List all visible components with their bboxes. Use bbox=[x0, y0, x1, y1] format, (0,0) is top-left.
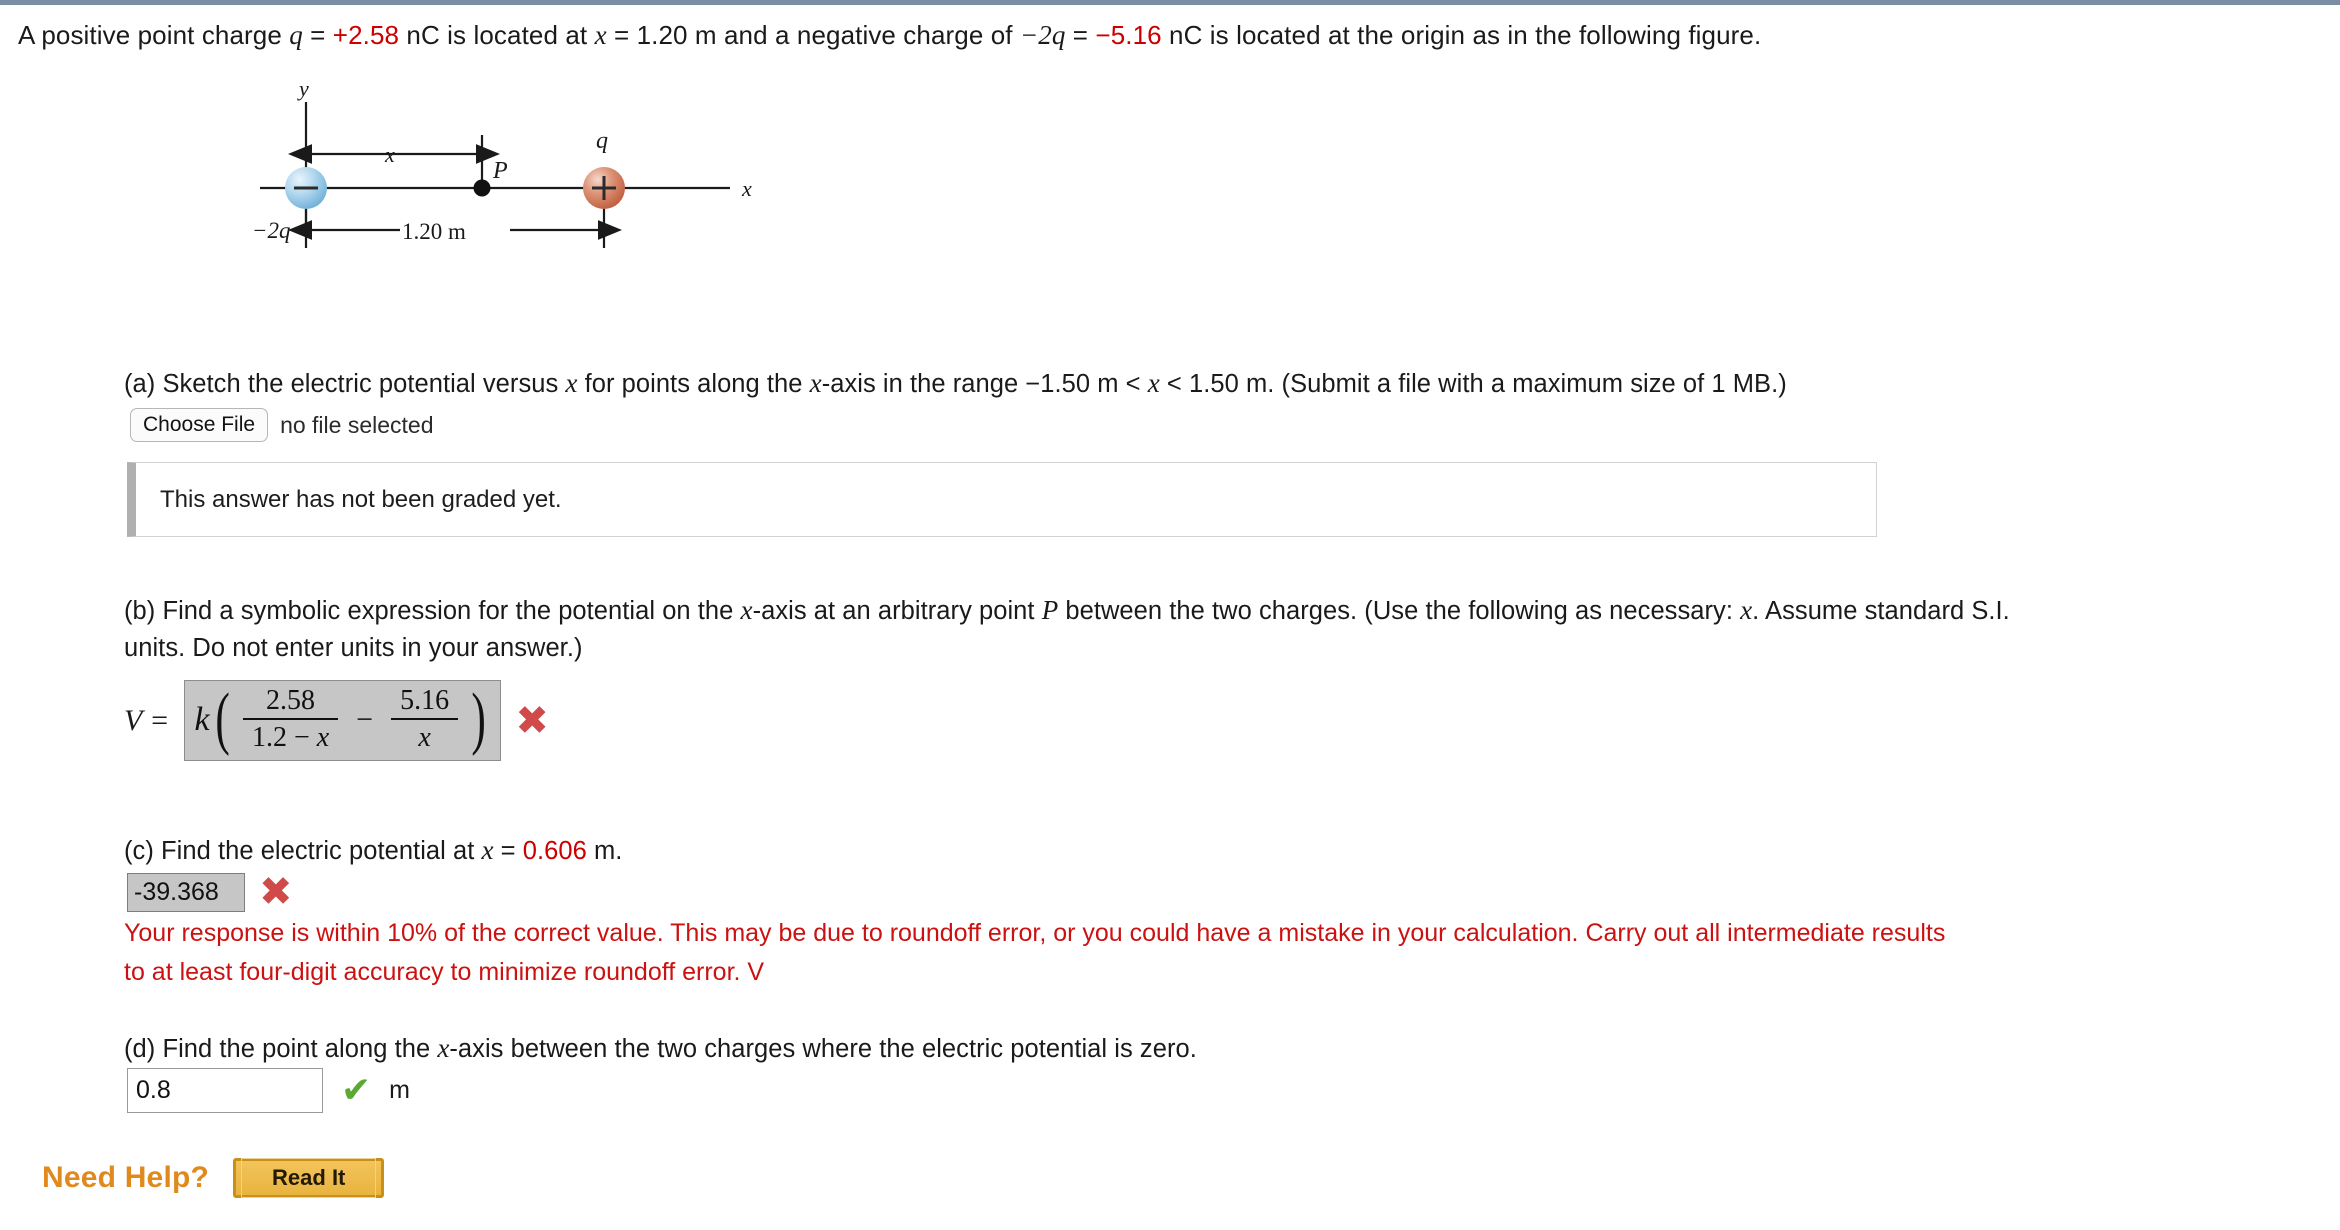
prompt-symbol-q: q bbox=[289, 20, 303, 50]
point-p-label: P bbox=[492, 158, 508, 184]
x-axis-label: x bbox=[741, 176, 752, 201]
part-c-italic-x: x bbox=[481, 835, 494, 865]
choose-file-button[interactable]: Choose File bbox=[130, 408, 269, 442]
open-paren-glyph: ( bbox=[215, 680, 230, 758]
problem-statement: A positive point charge q = +2.58 nC is … bbox=[18, 18, 2318, 52]
den-italic-x: x bbox=[316, 722, 330, 753]
part-d-text-1: (d) Find the point along the bbox=[124, 1035, 438, 1063]
part-c-text-2: = bbox=[493, 837, 523, 865]
part-b-text-a: (b) Find a symbolic expression for the p… bbox=[124, 597, 741, 625]
prompt-symbol-neg2q: −2q bbox=[1019, 20, 1066, 50]
read-it-label: Read It bbox=[241, 1158, 377, 1198]
fraction-first-denominator: 1.2 − x bbox=[243, 720, 338, 754]
part-d-question: (d) Find the point along the x-axis betw… bbox=[124, 1030, 1197, 1067]
part-a-italic-x-2: x bbox=[809, 368, 822, 398]
part-d-unit-label: m bbox=[389, 1076, 410, 1104]
part-c-x-value: 0.606 bbox=[522, 837, 587, 865]
incorrect-x-icon: ✖ bbox=[515, 697, 549, 744]
part-c-answer-row: -39.368 ✖ bbox=[127, 872, 293, 912]
part-b-italic-x-1: x bbox=[740, 595, 753, 625]
prompt-text-5: = bbox=[1065, 20, 1096, 50]
negative-charge-label: −2q bbox=[252, 218, 291, 243]
close-paren-glyph: ) bbox=[471, 680, 486, 758]
grading-status-box: This answer has not been graded yet. bbox=[127, 462, 1877, 537]
correct-check-icon: ✔ bbox=[341, 1069, 372, 1111]
prompt-text-4: = 1.20 m and a negative charge of bbox=[606, 20, 1020, 50]
separation-label: 1.20 m bbox=[402, 219, 466, 244]
prompt-text-6: nC is located at the origin as in the fo… bbox=[1161, 20, 1762, 50]
prompt-neg-charge-value: −5.16 bbox=[1095, 20, 1162, 50]
y-axis-label: y bbox=[297, 80, 309, 101]
incorrect-x-icon-c: ✖ bbox=[259, 869, 293, 915]
part-b-italic-p: P bbox=[1041, 595, 1059, 625]
part-c-answer-input[interactable]: -39.368 bbox=[127, 872, 245, 912]
charge-configuration-figure: y x P q −2q x 1.20 m bbox=[250, 80, 770, 320]
prompt-charge-value: +2.58 bbox=[332, 20, 400, 50]
part-a-italic-x-3: x bbox=[1147, 368, 1160, 398]
part-c-text-3: m. bbox=[586, 837, 623, 865]
part-b-answer-row: V = k ( 2.58 1.2 − x − 5.16 x ) ✖ bbox=[124, 680, 549, 761]
no-file-selected-label: no file selected bbox=[280, 411, 434, 438]
prompt-text-3: nC is located at bbox=[399, 20, 595, 50]
minus-operator: − bbox=[356, 702, 374, 736]
v-equals-label: V = bbox=[124, 703, 170, 737]
part-a-text-1: (a) Sketch the electric potential versus bbox=[124, 370, 566, 398]
file-upload-row: Choose File no file selected bbox=[130, 408, 434, 442]
need-help-label: Need Help? bbox=[42, 1161, 210, 1194]
figure-svg: y x P q −2q x 1.20 m bbox=[252, 80, 752, 248]
top-divider-rule bbox=[0, 0, 2340, 5]
fraction-first-numerator: 2.58 bbox=[266, 685, 316, 716]
fraction-second-numerator: 5.16 bbox=[400, 685, 450, 716]
prompt-text-1: A positive point charge bbox=[18, 20, 290, 50]
part-d-answer-row: 0.8 ✔ m bbox=[127, 1068, 410, 1113]
fraction-second-denominator: x bbox=[418, 722, 431, 753]
constant-k-symbol: k bbox=[194, 700, 210, 738]
part-a-text-4: < 1.50 m. (Submit a file with a maximum … bbox=[1159, 370, 1787, 398]
part-b-text-b: -axis at an arbitrary point bbox=[752, 597, 1042, 625]
prompt-symbol-x: x bbox=[594, 20, 607, 50]
part-b-text-c: between the two charges. (Use the follow… bbox=[1058, 597, 1741, 625]
part-b-text-d: . Assume standard S.I. bbox=[1752, 597, 2010, 625]
point-p-dot bbox=[473, 179, 491, 197]
fraction-second: 5.16 x bbox=[382, 685, 467, 754]
part-d-text-2: -axis between the two charges where the … bbox=[449, 1035, 1197, 1063]
part-c-question: (c) Find the electric potential at x = 0… bbox=[124, 832, 622, 869]
fraction-first: 2.58 1.2 − x bbox=[234, 685, 347, 754]
part-d-italic-x: x bbox=[437, 1033, 450, 1063]
read-it-button[interactable]: Read It bbox=[233, 1158, 385, 1198]
part-d-answer-input[interactable]: 0.8 bbox=[127, 1068, 323, 1113]
need-help-section: Need Help? Read It bbox=[42, 1158, 385, 1198]
part-c-feedback-line1: Your response is within 10% of the corre… bbox=[124, 919, 1946, 947]
part-c-feedback-line2: to at least four-digit accuracy to minim… bbox=[124, 958, 765, 986]
part-b-question-line2: units. Do not enter units in your answer… bbox=[124, 634, 583, 662]
part-b-italic-x-2: x bbox=[1740, 595, 1753, 625]
part-a-question: (a) Sketch the electric potential versus… bbox=[124, 365, 1787, 402]
part-b-answer-field[interactable]: k ( 2.58 1.2 − x − 5.16 x ) bbox=[183, 680, 502, 761]
part-a-text-3: -axis in the range −1.50 m < bbox=[821, 370, 1148, 398]
part-b-question-line1: (b) Find a symbolic expression for the p… bbox=[124, 592, 2010, 629]
positive-charge-label: q bbox=[596, 128, 608, 154]
den-text: 1.2 − bbox=[251, 722, 317, 753]
grading-status-text: This answer has not been graded yet. bbox=[160, 485, 562, 513]
part-a-text-2: for points along the bbox=[577, 370, 810, 398]
prompt-text-2: = bbox=[302, 20, 333, 50]
part-a-italic-x-1: x bbox=[565, 368, 578, 398]
x-distance-label: x bbox=[384, 142, 395, 167]
question-page: A positive point charge q = +2.58 nC is … bbox=[0, 0, 2340, 1230]
part-c-text-1: (c) Find the electric potential at bbox=[124, 837, 482, 865]
